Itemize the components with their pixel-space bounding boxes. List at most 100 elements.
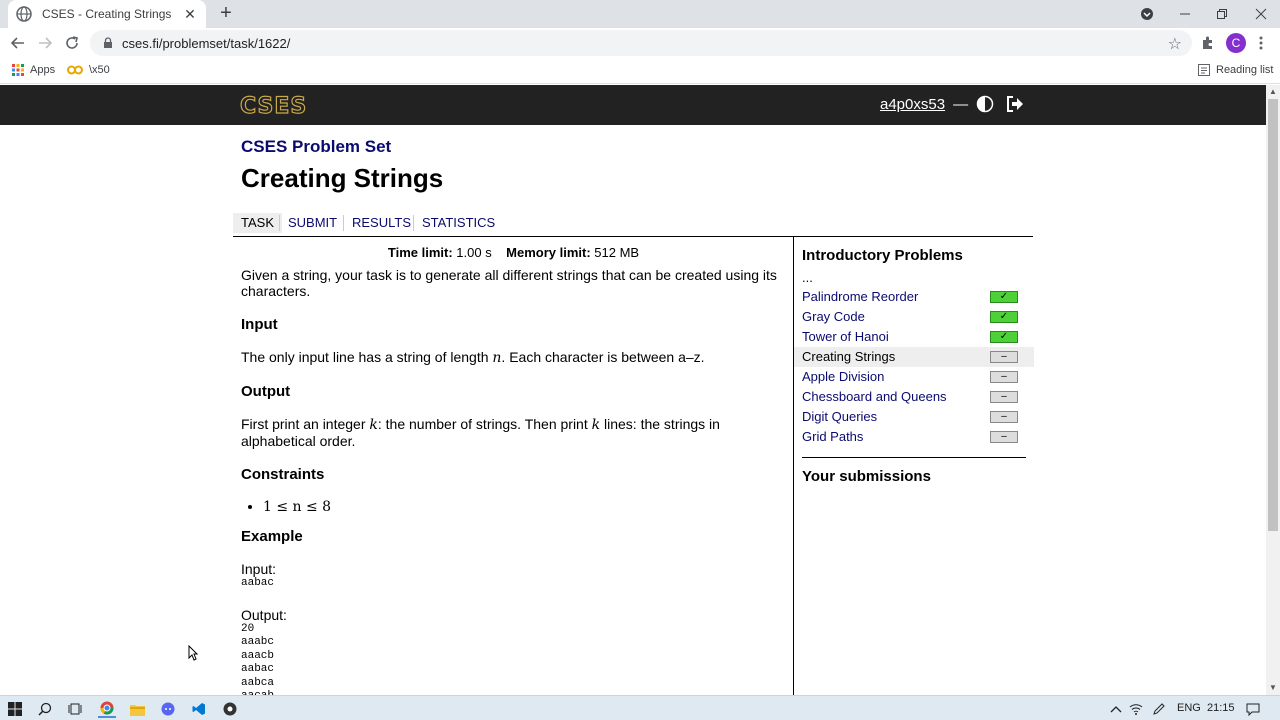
example-output-label: Output: [241,606,287,623]
dash-icon: – [990,411,1018,423]
page-title: Creating Strings [241,163,444,193]
bookmark-x50-label: \x50 [89,64,110,76]
example-output-line: aaacb [241,649,275,662]
example-output-line: aabac [241,663,275,675]
bookmark-apps[interactable]: Apps [12,64,55,76]
scroll-up-icon[interactable]: ▲ [1269,87,1277,96]
app-circle-icon[interactable] [221,700,239,718]
sidebar-item-palindrome-reorder[interactable]: Palindrome Reorder ✓ [794,287,1034,307]
tab-submit[interactable]: SUBMIT [280,213,345,233]
page-scrollbar[interactable]: ▲ ▼ [1266,85,1280,695]
sidebar-divider [802,457,1026,458]
chrome-icon[interactable] [98,700,116,718]
taskbar: ENG 21:15 [0,695,1280,720]
sidebar-item-gray-code[interactable]: Gray Code ✓ [794,307,1034,327]
dash-icon: – [990,351,1018,363]
memory-limit-label: Memory limit: [506,245,591,260]
output-text: First print an integer k: the number of … [241,416,720,449]
reading-list-label: Reading list [1216,64,1274,76]
tab-title: CSES - Creating Strings [42,7,172,21]
close-icon[interactable]: ✕ [182,6,198,23]
back-arrow-icon[interactable] [8,33,28,53]
clock[interactable]: 21:15 [1207,702,1235,714]
menu-kebab-icon[interactable] [1252,34,1270,52]
url-text: cses.fi/problemset/task/1622/ [122,35,291,51]
browser-toolbar: cses.fi/problemset/task/1622/ ☆ C [0,28,1280,58]
forward-arrow-icon[interactable] [35,33,55,53]
task-tabs: TASK SUBMIT RESULTS STATISTICS [233,209,1033,237]
windows-start-icon[interactable] [6,700,24,718]
extensions-puzzle-icon[interactable] [1199,34,1217,52]
restore-icon[interactable] [1203,0,1241,28]
minimize-icon[interactable] [1166,0,1204,28]
dash-icon: – [990,391,1018,403]
address-bar[interactable]: cses.fi/problemset/task/1622/ ☆ [90,30,1192,56]
dash-icon: – [990,371,1018,383]
wifi-icon[interactable] [1127,700,1145,718]
sidebar-dots: ... [802,270,813,285]
dash-icon: – [990,431,1018,443]
tab-search-icon[interactable] [1128,0,1166,28]
search-icon[interactable] [36,700,54,718]
sidebar-item-chessboard-and-queens[interactable]: Chessboard and Queens – [794,387,1034,407]
problem-set-link[interactable]: CSES Problem Set [241,137,1031,157]
username-link[interactable]: a4p0xs53 [880,96,945,113]
profile-avatar[interactable]: C [1226,33,1246,53]
page-viewport: CSES a4p0xs53 — CSES Problem Set Creatin… [0,85,1266,695]
task-view-icon[interactable] [66,700,84,718]
logout-icon[interactable] [1006,96,1024,112]
time-limit-label: Time limit: [387,245,453,260]
globe-icon [16,6,32,22]
example-heading: Example [241,528,303,545]
bookmarks-bar: Apps \x50 Reading list [0,58,1280,84]
reload-icon[interactable] [62,33,82,53]
sidebar-item-grid-paths[interactable]: Grid Paths – [794,427,1034,447]
example-output-line: aaabc [241,636,275,648]
tab-strip: CSES - Creating Strings ✕ + [0,0,1280,28]
input-text: The only input line has a string of leng… [241,349,705,366]
vscode-icon[interactable] [190,700,208,718]
memory-limit-value: 512 MB [594,245,640,260]
example-input: aabac [241,577,275,589]
sidebar-item-tower-of-hanoi[interactable]: Tower of Hanoi ✓ [794,327,1034,347]
file-explorer-icon[interactable] [128,700,146,718]
cses-logo[interactable]: CSES [239,93,307,119]
problem-sidebar: Introductory Problems ... Palindrome Reo… [794,247,1034,485]
sidebar-item-digit-queries[interactable]: Digit Queries – [794,407,1034,427]
notification-icon[interactable] [1244,700,1262,718]
example-output-line: aabca [241,676,275,689]
scrollbar-thumb[interactable] [1268,99,1278,531]
reading-list-button[interactable]: Reading list [1198,64,1273,76]
theme-toggle-icon[interactable] [976,95,994,113]
constraint-item: 1 ≤ n ≤ 8 [263,499,786,515]
browser-tab[interactable]: CSES - Creating Strings ✕ [8,0,206,28]
user-area: a4p0xs53 — [880,95,1024,113]
pen-icon[interactable] [1150,700,1168,718]
tab-results[interactable]: RESULTS [344,213,419,233]
discord-icon[interactable] [159,700,177,718]
limits: Time limit: 1.00 s Memory limit: 512 MB [241,245,786,261]
tray-chevron-icon[interactable] [1107,700,1125,718]
example-input-label: Input: [241,561,277,577]
language-indicator[interactable]: ENG [1177,702,1201,714]
check-icon: ✓ [990,331,1018,343]
check-icon: ✓ [990,291,1018,303]
scroll-down-icon[interactable]: ▼ [1269,683,1277,692]
input-heading: Input [241,316,278,333]
time-limit-value: 1.00 s [456,245,492,260]
check-icon: ✓ [990,311,1018,323]
sidebar-item-apple-division[interactable]: Apple Division – [794,367,1034,387]
bookmark-x50[interactable]: \x50 [67,64,110,76]
bookmark-star-icon[interactable]: ☆ [1168,34,1182,54]
sidebar-item-creating-strings[interactable]: Creating Strings – [794,347,1034,367]
mouse-cursor-icon [188,644,199,664]
lock-icon [104,37,112,48]
tab-statistics[interactable]: STATISTICS [414,213,503,233]
constraints-heading: Constraints [241,466,325,483]
window-close-icon[interactable] [1242,0,1280,28]
tab-task[interactable]: TASK [233,213,282,233]
reading-list-icon [1198,64,1210,76]
example-output-line: 20 [241,622,255,635]
new-tab-button[interactable]: + [216,3,236,24]
constraints-list: 1 ≤ n ≤ 8 [263,499,786,515]
